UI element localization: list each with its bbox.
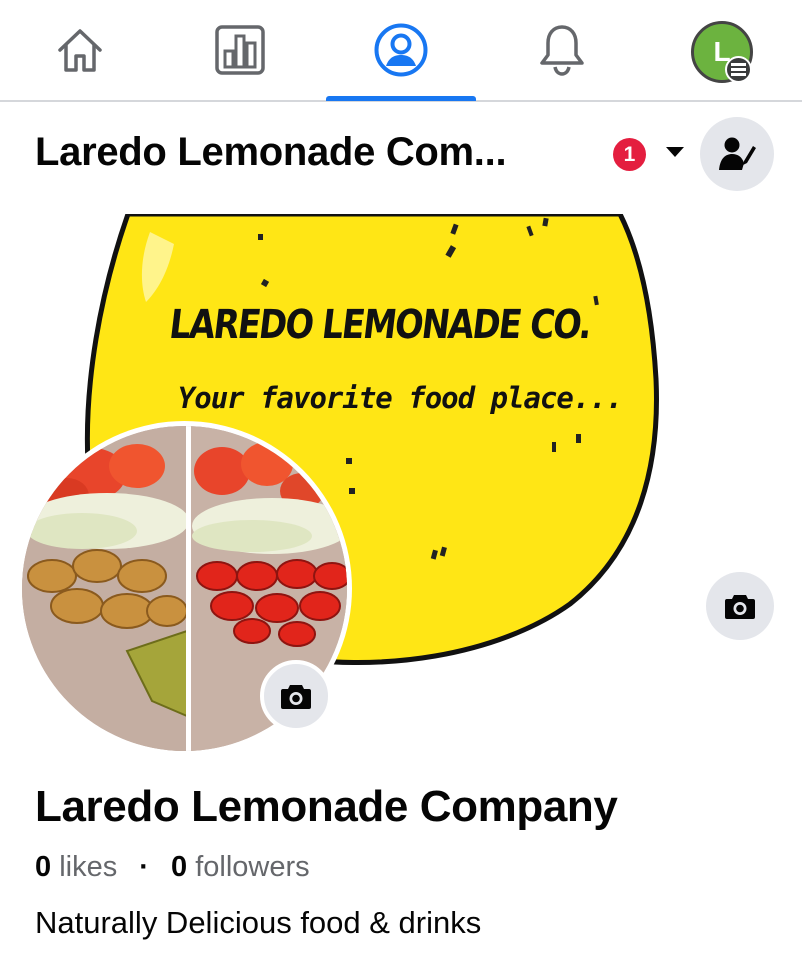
camera-icon — [281, 685, 311, 709]
bar-chart-icon — [215, 25, 265, 75]
tab-home[interactable] — [5, 0, 155, 100]
cover-camera-button[interactable] — [706, 572, 774, 640]
tab-notifications[interactable] — [487, 0, 637, 100]
user-circle-icon — [374, 23, 428, 77]
cover-tagline: Your favorite food place... — [177, 381, 623, 415]
hamburger-menu-icon[interactable] — [725, 56, 752, 83]
active-tab-indicator — [326, 96, 476, 101]
bell-icon — [540, 25, 584, 76]
followers-label[interactable]: followers — [195, 851, 309, 883]
caret-down-icon[interactable] — [665, 145, 685, 159]
camera-icon — [725, 595, 755, 619]
tab-insights[interactable] — [165, 0, 315, 100]
likes-label[interactable]: likes — [59, 851, 117, 883]
followers-count: 0 — [171, 851, 188, 883]
profile-camera-button[interactable] — [260, 660, 332, 732]
page-stats: 0 likes · 0 followers — [35, 851, 310, 884]
admin-tools-button[interactable] — [700, 117, 774, 191]
tab-profile[interactable] — [326, 0, 476, 100]
home-icon — [58, 29, 102, 72]
likes-count: 0 — [35, 851, 52, 883]
notification-badge[interactable]: 1 — [613, 138, 646, 171]
page-header-title[interactable]: Laredo Lemonade Com... — [35, 130, 507, 175]
cover-brand-text: LAREDO LEMONADE CO. — [166, 302, 594, 348]
page-name: Laredo Lemonade Company — [35, 782, 618, 831]
user-edit-icon — [719, 137, 756, 170]
stats-separator: · — [139, 851, 149, 883]
top-navigation-bar: L — [0, 0, 802, 102]
page-bio: Naturally Delicious food & drinks — [35, 905, 482, 940]
